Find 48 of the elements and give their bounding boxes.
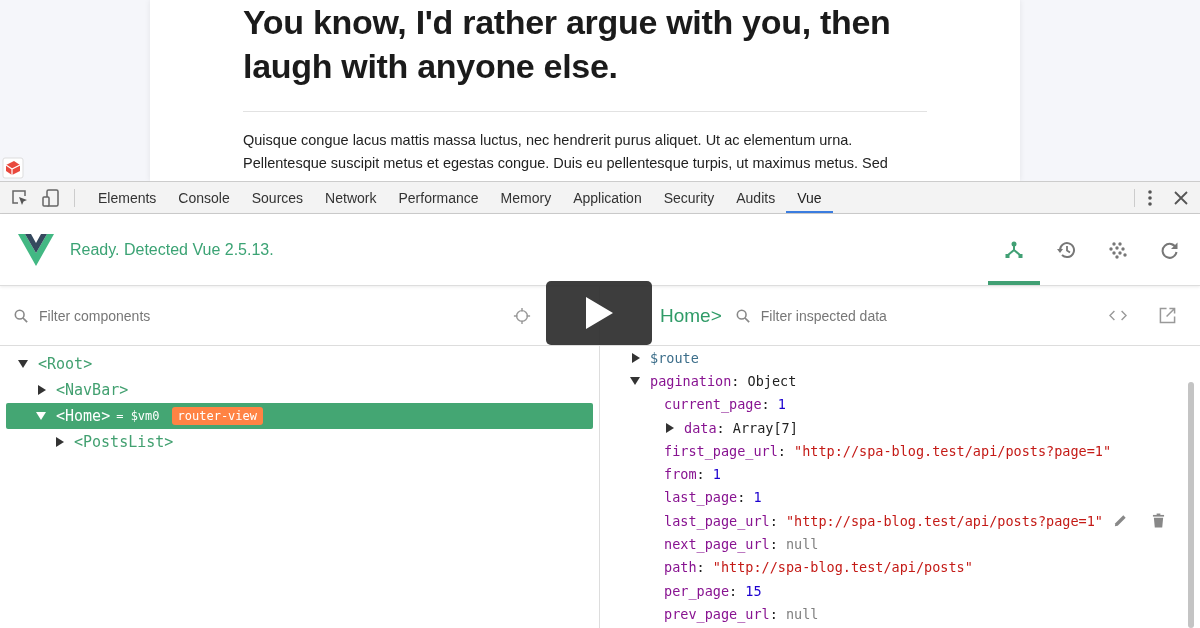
expand-arrow-icon[interactable] (630, 376, 640, 385)
search-icon (14, 308, 28, 323)
play-icon (584, 296, 614, 330)
search-icon (735, 308, 750, 323)
devtools-tab[interactable]: Network (314, 182, 388, 213)
device-icon[interactable] (41, 187, 61, 208)
data-entry: last_page: 1 (664, 489, 762, 506)
data-entry: last_page_url: "http://spa-blog.test/api/posts?page=1" (664, 512, 1103, 529)
scrollbar[interactable] (1188, 382, 1194, 628)
close-icon[interactable] (1174, 190, 1188, 205)
trash-icon[interactable] (1151, 513, 1165, 529)
data-entry: prev_page_url: null (664, 605, 819, 622)
expand-arrow-icon[interactable] (666, 422, 674, 433)
filter-components-field[interactable]: Filter components (37, 306, 513, 325)
devtools-tab[interactable]: Memory (489, 182, 563, 213)
more-options-icon[interactable] (1147, 187, 1153, 208)
devtools-tab[interactable]: Vue (786, 182, 833, 213)
play-button[interactable] (546, 281, 652, 345)
open-external-icon[interactable] (1159, 307, 1176, 324)
history-icon (1056, 239, 1076, 260)
cube-icon[interactable] (2, 157, 24, 179)
tree-icon (1004, 239, 1024, 260)
devtools-tab[interactable]: Application (562, 182, 653, 213)
data-entry: path: "http://spa-blog.test/api/posts" (664, 559, 973, 576)
devtools-tab[interactable]: Audits (725, 182, 787, 213)
data-entry: data: Array[7] (684, 419, 798, 436)
filter-data-field[interactable]: Filter inspected data (758, 306, 1109, 325)
code-icon[interactable] (1109, 309, 1127, 322)
devtools-tab[interactable]: Sources (240, 182, 315, 213)
target-icon[interactable] (513, 306, 531, 325)
article-paragraph: Quisque congue lacus mattis massa luctus, nec hendrerit purus aliquet. Ut ac elementum urna. Pellentesque suscipit metus et egestas congue. Duis eu pellentesque turpis, ut maximus metus. Sed (243, 131, 889, 173)
article-heading: You know, I'd rather argue with you, then laugh with anyone else. (243, 2, 892, 87)
devtools-tab[interactable]: Console (167, 182, 241, 213)
devtools-tab[interactable]: Performance (387, 182, 490, 213)
dots-icon (1108, 239, 1128, 260)
devtools-tab[interactable]: Security (652, 182, 726, 213)
data-entry: pagination: Object (650, 372, 797, 389)
data-entry: current_page: 1 (664, 396, 786, 413)
data-entry: next_page_url: null (664, 536, 819, 552)
data-entry: from: 1 (664, 466, 721, 483)
pencil-icon[interactable] (1112, 513, 1128, 529)
status-message: Ready. Detected Vue 2.5.13. (70, 240, 274, 259)
component-name: Home> (660, 304, 722, 327)
vue-logo (18, 233, 54, 266)
data-entry: first_page_url: "http://spa-blog.test/api/posts?page=1" (664, 442, 1112, 459)
devtools-tab[interactable]: Elements (87, 182, 168, 213)
data-entry: $route (650, 349, 699, 366)
data-entry: per_page: 15 (664, 582, 762, 599)
